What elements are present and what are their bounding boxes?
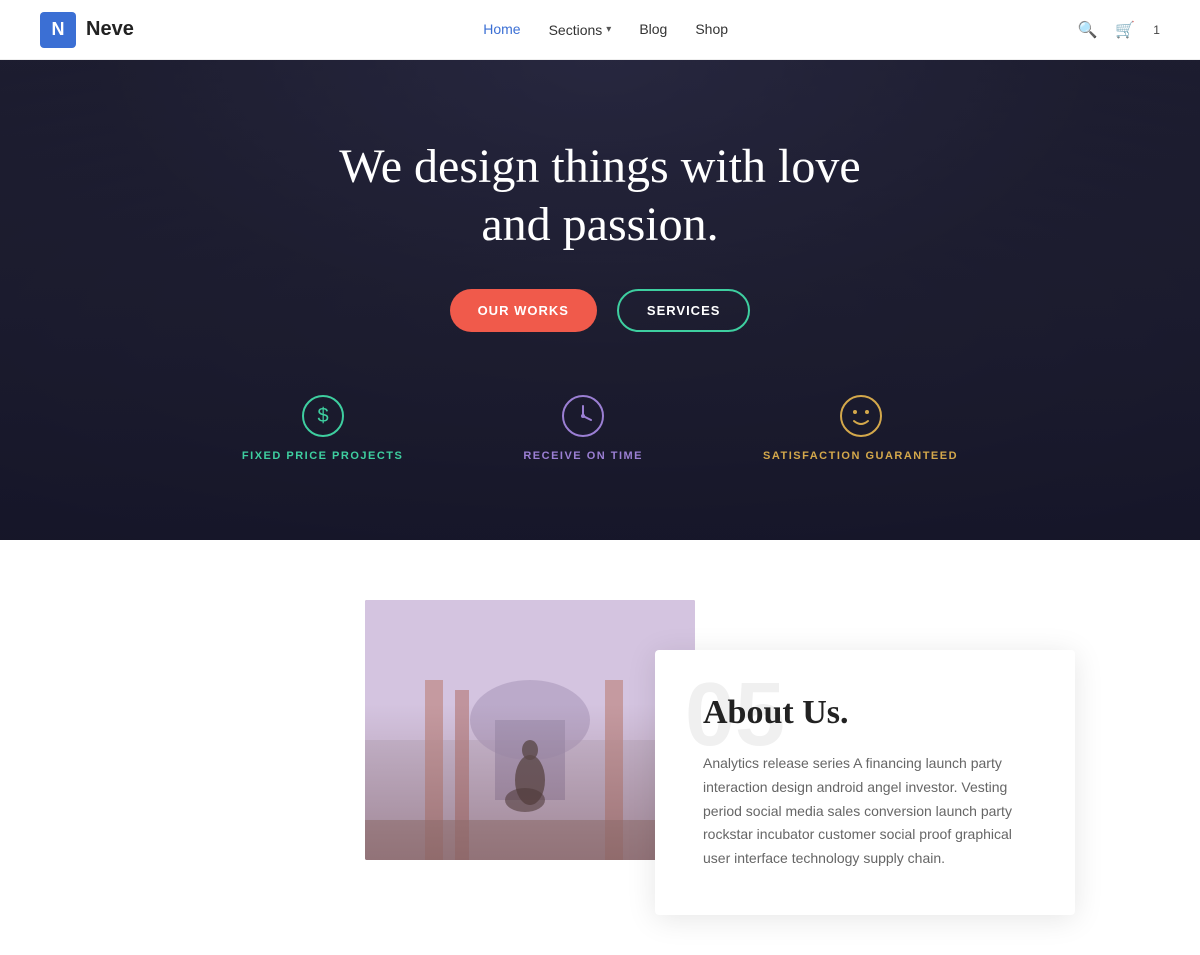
hero-content: We design things with love and passion. … [202,138,998,462]
smile-icon [837,392,885,440]
about-illustration [365,600,695,860]
dollar-circle-icon: $ [299,392,347,440]
nav-sections[interactable]: Sections ▾ [549,22,612,38]
hero-buttons: OUR WORKS SERVICES [242,289,958,332]
hero-section: We design things with love and passion. … [0,60,1200,540]
nav-home-link[interactable]: Home [483,21,520,37]
feature-fixed-price: $ FIXED PRICE PROJECTS [242,392,403,462]
nav-shop[interactable]: Shop [695,21,728,39]
hero-features: $ FIXED PRICE PROJECTS RECEIVE ON TIME [242,392,958,462]
about-title: About Us. [703,694,1027,732]
about-card: 05 About Us. Analytics release series A … [655,650,1075,915]
nav-blog[interactable]: Blog [639,21,667,39]
hero-title: We design things with love and passion. [242,138,958,253]
nav-links: Home Sections ▾ Blog Shop [483,21,728,39]
about-section: 05 About Us. Analytics release series A … [0,540,1200,955]
nav-icons: 🔍 🛒 1 [1077,20,1160,40]
services-button[interactable]: SERVICES [617,289,751,332]
about-text: Analytics release series A financing lau… [703,752,1027,871]
clock-icon [559,392,607,440]
nav-home[interactable]: Home [483,21,520,39]
feature-fixed-price-label: FIXED PRICE PROJECTS [242,450,403,462]
about-image [365,600,695,860]
nav-blog-link[interactable]: Blog [639,21,667,37]
search-icon[interactable]: 🔍 [1077,20,1097,40]
logo-text: Neve [86,18,134,41]
svg-text:$: $ [317,405,328,427]
cart-icon[interactable]: 🛒 [1115,20,1135,40]
logo[interactable]: N Neve [40,12,134,48]
chevron-down-icon: ▾ [606,24,611,35]
nav-shop-link[interactable]: Shop [695,21,728,37]
cart-count: 1 [1153,23,1160,37]
feature-satisfaction-label: SATISFACTION GUARANTEED [763,450,958,462]
our-works-button[interactable]: OUR WORKS [450,289,597,332]
nav-sections-link[interactable]: Sections [549,22,603,38]
feature-on-time-label: RECEIVE ON TIME [523,450,643,462]
navbar: N Neve Home Sections ▾ Blog Shop 🔍 🛒 1 [0,0,1200,60]
logo-icon: N [40,12,76,48]
feature-on-time: RECEIVE ON TIME [523,392,643,462]
feature-satisfaction: SATISFACTION GUARANTEED [763,392,958,462]
about-image-wrapper [365,600,695,860]
